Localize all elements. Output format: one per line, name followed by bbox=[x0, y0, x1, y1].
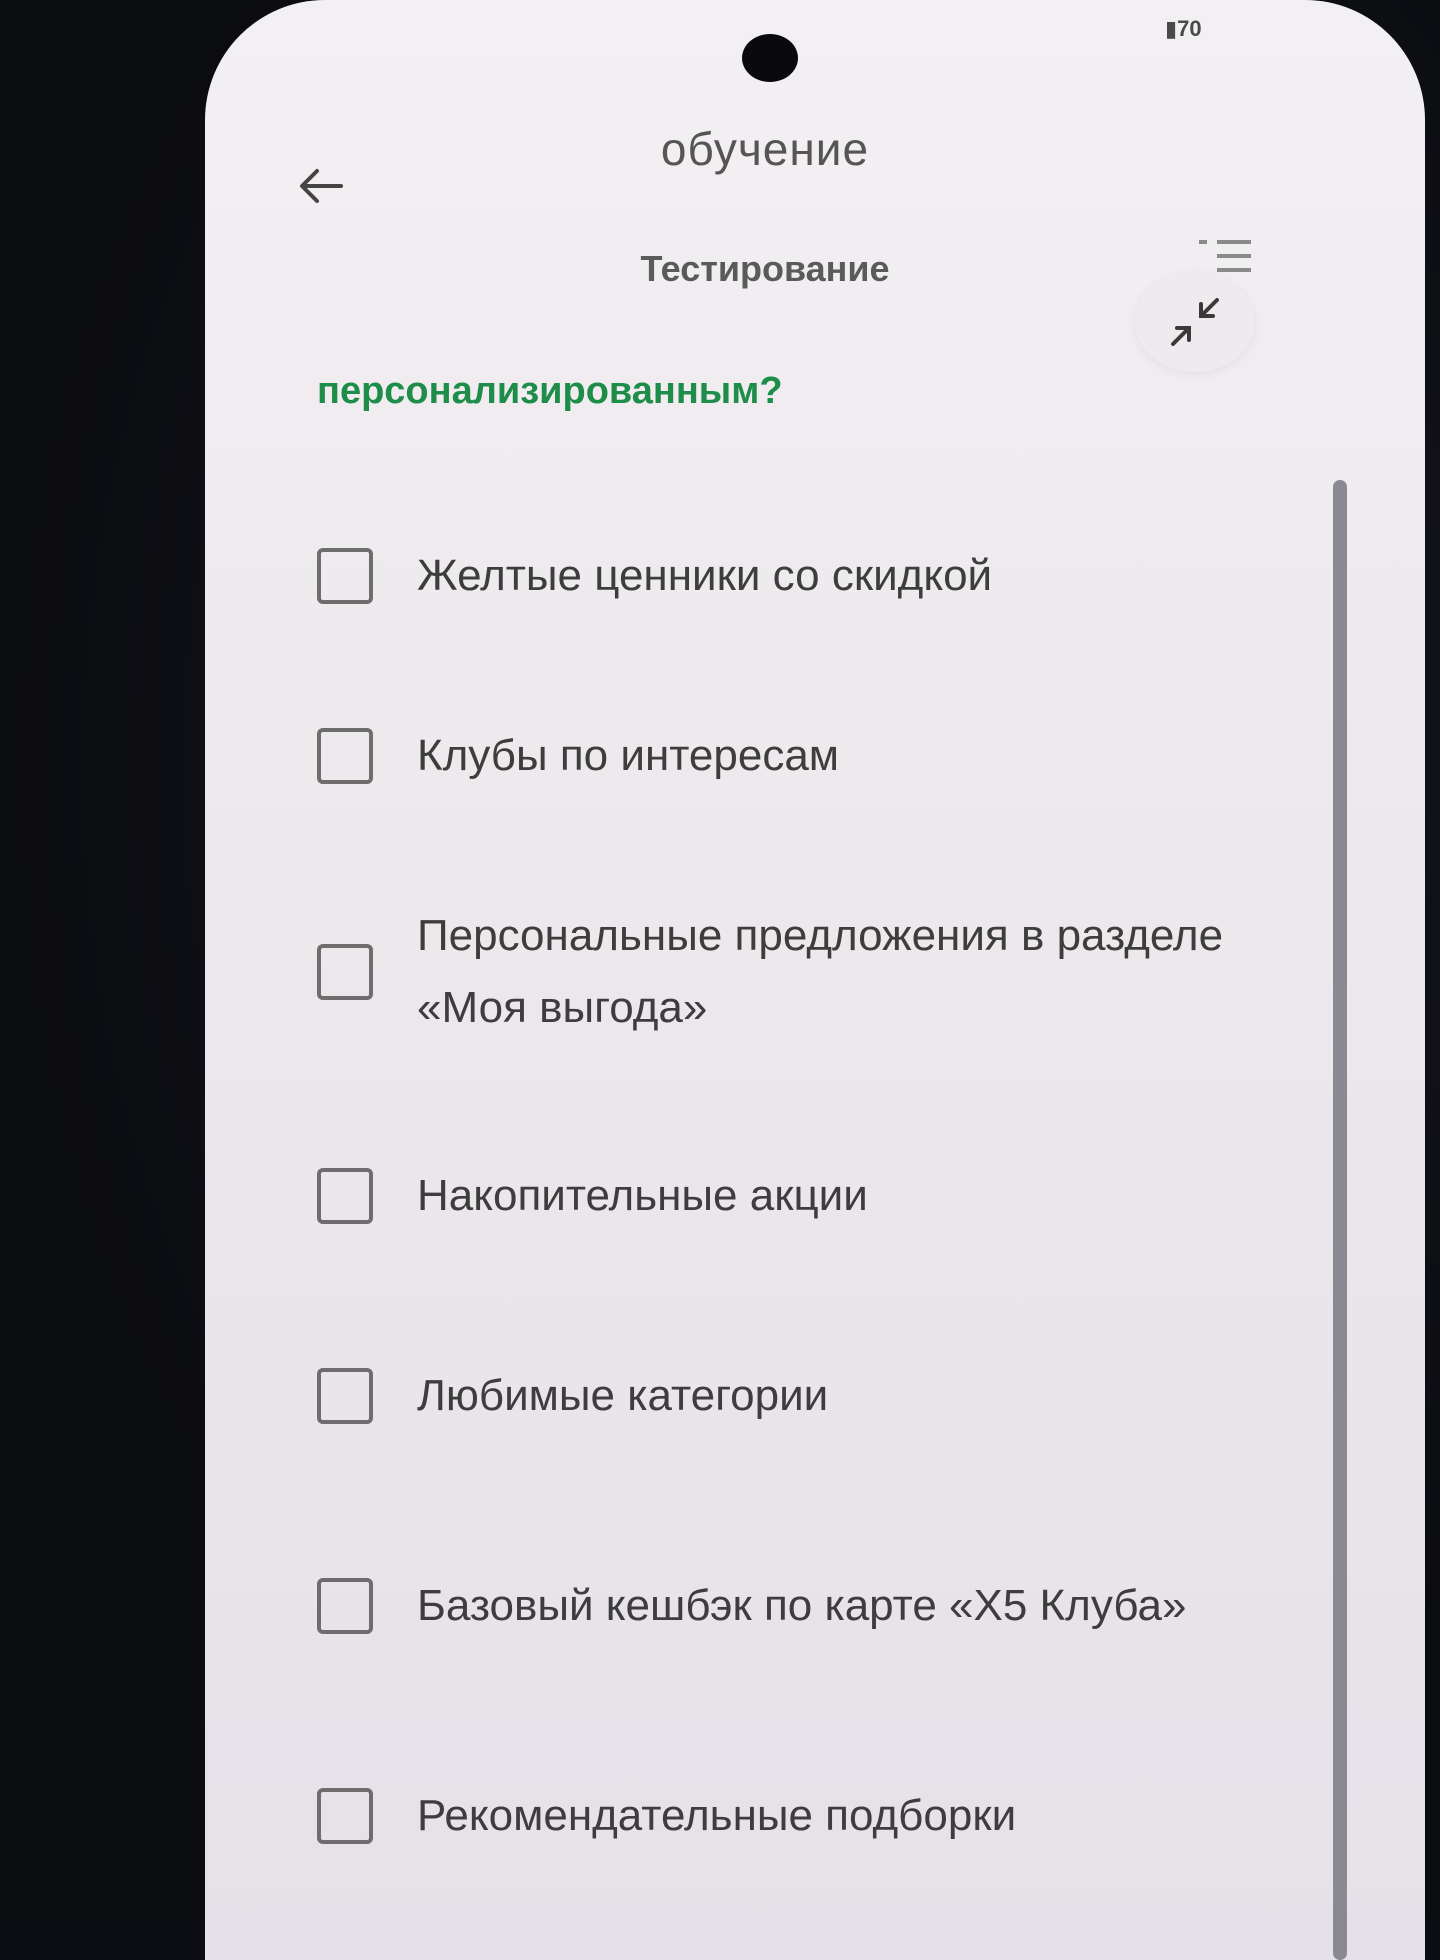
option-checkbox[interactable] bbox=[317, 944, 373, 1000]
collapse-button[interactable] bbox=[1135, 272, 1255, 372]
option-item[interactable]: Желтые ценники со скидкой bbox=[317, 540, 1317, 612]
collapse-arrows-icon bbox=[1171, 298, 1219, 346]
option-checkbox[interactable] bbox=[317, 1578, 373, 1634]
option-item[interactable]: Любимые категории bbox=[317, 1360, 1317, 1432]
question-text: персонализированным? bbox=[317, 370, 783, 412]
option-checkbox[interactable] bbox=[317, 548, 373, 604]
option-label: Персональные предложения в разделе «Моя … bbox=[417, 911, 1224, 1032]
scrollbar[interactable] bbox=[1333, 480, 1347, 1960]
phone-screen: ▮70 обучение Тестирование персонализиров… bbox=[205, 0, 1425, 1960]
option-checkbox[interactable] bbox=[317, 1368, 373, 1424]
battery-level: 70 bbox=[1177, 16, 1202, 41]
option-item[interactable]: Базовый кешбэк по карте «X5 Клуба» bbox=[317, 1570, 1317, 1642]
status-battery: ▮70 bbox=[1165, 16, 1202, 42]
battery-icon: ▮ bbox=[1165, 16, 1178, 41]
option-item[interactable]: Накопительные акции bbox=[317, 1160, 1317, 1232]
camera-cutout bbox=[742, 34, 798, 82]
option-checkbox[interactable] bbox=[317, 728, 373, 784]
option-label: Базовый кешбэк по карте «X5 Клуба» bbox=[417, 1581, 1187, 1630]
option-label: Рекомендательные подборки bbox=[417, 1791, 1017, 1840]
option-checkbox[interactable] bbox=[317, 1168, 373, 1224]
option-checkbox[interactable] bbox=[317, 1788, 373, 1844]
page-title: обучение bbox=[660, 123, 870, 175]
option-label: Накопительные акции bbox=[417, 1171, 868, 1220]
option-label: Любимые категории bbox=[417, 1371, 829, 1420]
option-item[interactable]: Клубы по интересам bbox=[317, 720, 1317, 792]
option-item[interactable]: Рекомендательные подборки bbox=[317, 1780, 1317, 1852]
option-label: Желтые ценники со скидкой bbox=[417, 551, 993, 600]
option-item[interactable]: Персональные предложения в разделе «Моя … bbox=[317, 900, 1317, 1044]
option-label: Клубы по интересам bbox=[417, 731, 840, 780]
